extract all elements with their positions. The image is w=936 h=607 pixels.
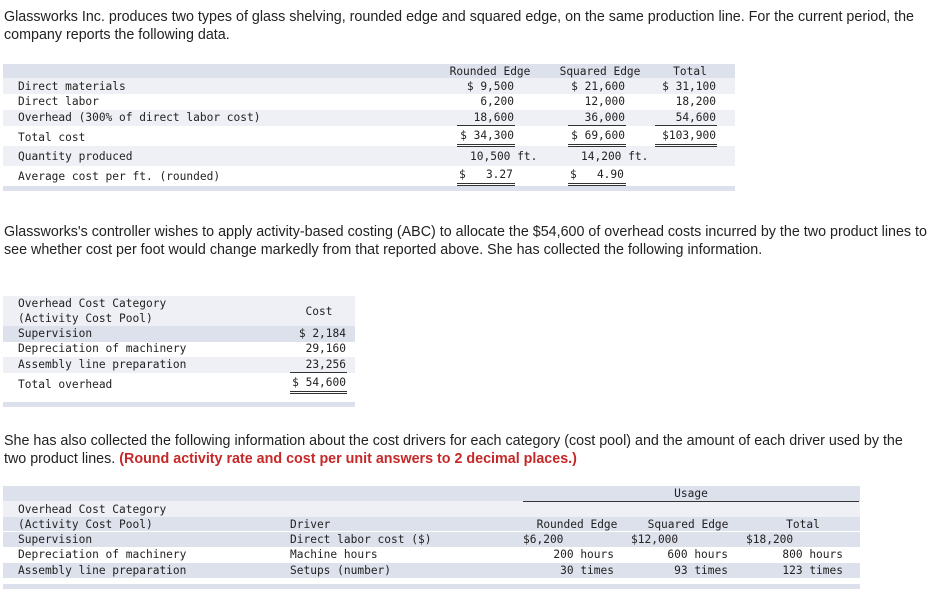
cost-driver-paragraph: She has also collected the following inf… — [4, 432, 929, 468]
usage-header: Usage — [674, 487, 708, 500]
cell-total-direct-labor: 18,200 — [675, 95, 716, 108]
cell-se-overhead: 36,000 — [584, 111, 625, 124]
cell-re-overhead: 18,600 — [473, 111, 514, 124]
cell-total-direct-materials: $ 31,100 — [662, 80, 716, 93]
cell-re-direct-labor: 6,200 — [480, 95, 514, 108]
row-label-total-overhead: Total overhead — [18, 378, 113, 391]
cell-total-overhead: 54,600 — [675, 111, 716, 124]
cell-se-quantity: 14,200 ft. — [581, 150, 649, 163]
row-label-overhead: Overhead (300% of direct labor cost) — [18, 111, 261, 124]
row-label-average-cost: Average cost per ft. (rounded) — [18, 170, 221, 183]
cell-total-supervision: $18,200 — [746, 533, 794, 546]
header-cost: Cost — [305, 305, 333, 318]
cell-se-depreciation: 600 hours — [667, 548, 728, 561]
header-category-line2: (Activity Cost Pool) — [18, 518, 153, 531]
cell-driver-supervision: Direct labor cost ($) — [290, 533, 432, 546]
header-category-line2: (Activity Cost Pool) — [18, 312, 153, 325]
col-header-total: Total — [786, 518, 820, 531]
header-driver: Driver — [290, 518, 331, 531]
cell-cost-total-overhead: $ 54,600 — [292, 376, 346, 389]
abc-paragraph: Glassworks's controller wishes to apply … — [4, 224, 927, 258]
row-label-depreciation: Depreciation of machinery — [18, 548, 187, 561]
cell-se-average-cost: $ 4.90 — [570, 168, 624, 181]
row-label-assembly: Assembly line preparation — [18, 564, 187, 577]
cell-re-total-cost: $ 34,300 — [460, 129, 514, 142]
cell-re-depreciation: 200 hours — [553, 548, 614, 561]
cell-total-assembly: 123 times — [782, 564, 843, 577]
cell-re-average-cost: $ 3.27 — [459, 168, 513, 181]
col-header-rounded-edge: Rounded Edge — [536, 518, 618, 531]
col-header-rounded-edge: Rounded Edge — [449, 65, 531, 78]
row-label-depreciation: Depreciation of machinery — [18, 342, 187, 355]
cell-se-assembly: 93 times — [674, 564, 728, 577]
row-label-total-cost: Total cost — [18, 131, 86, 144]
row-label-direct-labor: Direct labor — [18, 95, 99, 108]
row-label-quantity-produced: Quantity produced — [18, 150, 133, 163]
cell-driver-assembly: Setups (number) — [290, 564, 392, 577]
header-category-line1: Overhead Cost Category — [18, 297, 167, 310]
col-header-squared-edge: Squared Edge — [647, 518, 729, 531]
cell-se-direct-labor: 12,000 — [584, 95, 625, 108]
header-category-line1: Overhead Cost Category — [18, 503, 167, 516]
cell-cost-assembly: 23,256 — [305, 358, 346, 371]
cell-se-supervision: $12,000 — [631, 533, 679, 546]
cell-total-depreciation: 800 hours — [782, 548, 843, 561]
cell-driver-depreciation: Machine hours — [290, 548, 378, 561]
row-label-supervision: Supervision — [18, 327, 93, 340]
rounding-instruction: (Round activity rate and cost per unit a… — [119, 451, 577, 467]
col-header-squared-edge: Squared Edge — [559, 65, 641, 78]
cell-cost-supervision: $ 2,184 — [298, 327, 346, 340]
intro-paragraph: Glassworks Inc. produces two types of gl… — [4, 9, 914, 43]
row-label-assembly: Assembly line preparation — [18, 358, 187, 371]
cell-total-total-cost: $103,900 — [662, 129, 716, 142]
cell-cost-depreciation: 29,160 — [305, 342, 346, 355]
cell-re-quantity: 10,500 ft. — [470, 150, 538, 163]
row-label-direct-materials: Direct materials — [18, 80, 126, 93]
cell-re-direct-materials: $ 9,500 — [466, 80, 514, 93]
cell-re-assembly: 30 times — [560, 564, 614, 577]
cell-se-direct-materials: $ 21,600 — [571, 80, 625, 93]
row-label-supervision: Supervision — [18, 533, 93, 546]
cell-se-total-cost: $ 69,600 — [571, 129, 625, 142]
cell-re-supervision: $6,200 — [523, 533, 564, 546]
col-header-total: Total — [673, 65, 707, 78]
